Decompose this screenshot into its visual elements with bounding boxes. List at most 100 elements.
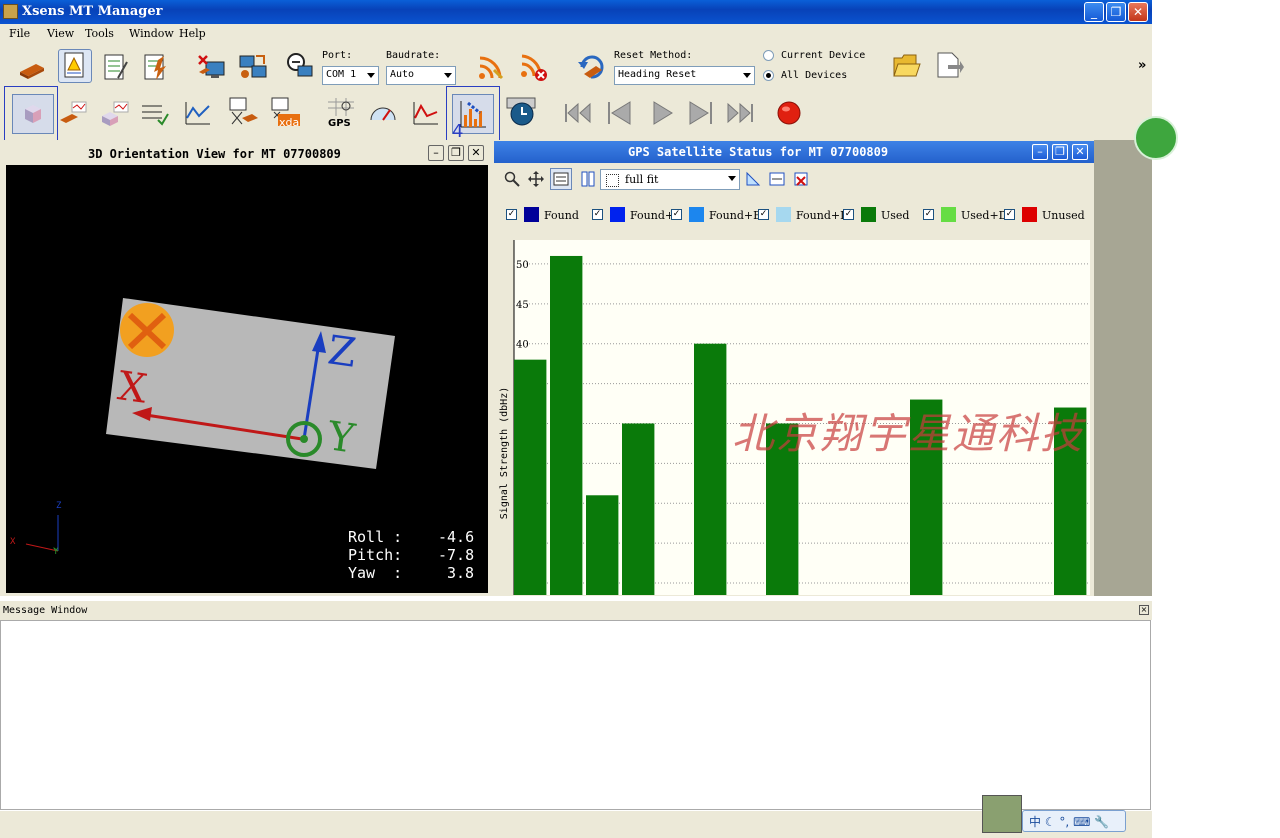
window-title: Xsens MT Manager [22, 4, 163, 19]
legend-label: Used+D [961, 209, 1008, 222]
rss-connect-button[interactable] [476, 52, 506, 82]
radio-all-devices-label: All Devices [781, 70, 848, 81]
export-button[interactable] [934, 50, 964, 80]
legend-checkbox[interactable]: ✓ [1004, 209, 1015, 220]
orientation-close-button[interactable]: ✕ [468, 145, 484, 161]
y-tick-label: 45 [516, 300, 529, 311]
legend-checkbox[interactable]: ✓ [671, 209, 682, 220]
fit-width-icon[interactable] [769, 171, 785, 187]
orientation-3d-view[interactable]: X Z Y X Z Y Roll : -4.6 Pitch: -7.8 Yaw … [6, 165, 488, 593]
baudrate-label: Baudrate: [386, 50, 441, 61]
pitch-value: -7.8 [438, 546, 475, 564]
menu-help[interactable]: Help [179, 27, 206, 40]
warning-list-button[interactable] [58, 49, 92, 83]
baudrate-select[interactable]: Auto [386, 66, 456, 85]
ime-mode-label: 中 [1029, 815, 1042, 829]
ime-moon-icon: ☾ [1044, 815, 1060, 829]
list-view-icon[interactable] [550, 168, 572, 190]
desktop-badge-icon [1134, 116, 1178, 160]
zoom-tool-icon[interactable] [504, 171, 520, 187]
legend-swatch [1022, 207, 1037, 222]
orientation-minimize-button[interactable]: – [428, 145, 444, 161]
zoom-select[interactable]: full fit [600, 169, 740, 190]
menu-file[interactable]: File [9, 27, 30, 40]
clear-icon[interactable] [793, 171, 809, 187]
xda-label: xda [279, 116, 300, 129]
legend-swatch [861, 207, 876, 222]
clock-button[interactable] [506, 97, 538, 129]
gps-restore-button[interactable]: ❐ [1052, 144, 1068, 160]
open-folder-button[interactable] [892, 50, 922, 80]
scan-devices-button[interactable] [238, 52, 268, 82]
orientation-restore-button[interactable]: ❐ [448, 145, 464, 161]
taskbar-thumbnail[interactable] [982, 795, 1022, 833]
reset-method-select[interactable]: Heading Reset [614, 66, 755, 85]
cube-graph-button[interactable] [100, 98, 130, 128]
radio-current-device[interactable] [763, 50, 774, 61]
device-graph-button[interactable] [58, 98, 88, 128]
legend-swatch [610, 207, 625, 222]
y-tick-label: 40 [516, 340, 529, 351]
port-settings-button[interactable] [284, 50, 314, 80]
gps-close-button[interactable]: ✕ [1072, 144, 1088, 160]
ruler-icon[interactable] [745, 171, 761, 187]
minimize-button[interactable]: _ [1084, 2, 1104, 22]
rss-stop-button[interactable] [518, 52, 548, 82]
skip-to-start-button[interactable] [562, 98, 592, 128]
status-bar [0, 811, 1152, 838]
message-window-body[interactable] [0, 620, 1151, 810]
legend-label: Found+I [796, 209, 845, 222]
signal-graph-button[interactable] [410, 98, 440, 128]
line-graph-button[interactable] [182, 98, 212, 128]
columns-view-icon[interactable] [580, 171, 596, 187]
port-select[interactable]: COM 1 [322, 66, 379, 85]
toolbar-overflow-icon[interactable]: » [1138, 58, 1146, 73]
document-edit-button[interactable] [100, 52, 130, 82]
device-icon-button[interactable] [16, 52, 46, 82]
reset-method-label: Reset Method: [614, 50, 693, 61]
gauge-button[interactable] [368, 98, 398, 128]
play-button[interactable] [646, 98, 676, 128]
y-axis-title: Signal Strength (dbHz) [499, 387, 510, 519]
close-button[interactable]: ✕ [1128, 2, 1148, 22]
title-bar [0, 0, 1152, 24]
radio-all-devices[interactable] [763, 70, 774, 81]
annotation-label-4: 4 [452, 121, 464, 142]
gps-panel-title: GPS Satellite Status for MT 07700809 [628, 145, 889, 159]
signal-bar [622, 423, 655, 595]
message-window-header [0, 601, 1152, 620]
small-x-label: X [10, 537, 16, 547]
legend-swatch [524, 207, 539, 222]
legend-checkbox[interactable]: ✓ [923, 209, 934, 220]
gps-legend: ✓ Found ✓ Found+I ✓ Found+E ✓ Found+I ✓ Used ✓ Used… [506, 207, 1090, 225]
record-button[interactable] [774, 98, 804, 128]
reset-orientation-button[interactable] [576, 52, 606, 82]
zoom-value: full fit [625, 173, 659, 186]
gps-minimize-button[interactable]: – [1032, 144, 1048, 160]
menu-tools[interactable]: Tools [85, 27, 114, 40]
legend-checkbox[interactable]: ✓ [758, 209, 769, 220]
ime-toolbar[interactable]: 中 ☾ °, ⌨ 🔧 [1022, 810, 1126, 832]
step-forward-button[interactable] [686, 98, 716, 128]
skip-to-end-button[interactable] [726, 98, 756, 128]
message-window-close-icon[interactable]: × [1139, 605, 1149, 615]
flash-device-button[interactable] [228, 96, 258, 126]
legend-checkbox[interactable]: ✓ [592, 209, 603, 220]
menu-window[interactable]: Window [129, 27, 174, 40]
ime-wrench-icon: 🔧 [1094, 815, 1110, 829]
legend-checkbox[interactable]: ✓ [506, 209, 517, 220]
data-check-button[interactable] [140, 98, 170, 128]
legend-label: Found [544, 209, 579, 222]
legend-checkbox[interactable]: ✓ [843, 209, 854, 220]
document-flash-button[interactable] [140, 52, 170, 82]
small-z-label: Z [56, 501, 62, 511]
disconnect-device-button[interactable] [196, 52, 226, 82]
menu-view[interactable]: View [47, 27, 74, 40]
chevron-down-icon [743, 73, 751, 78]
pan-tool-icon[interactable] [528, 171, 544, 187]
signal-bar [694, 343, 727, 595]
maximize-button[interactable]: ❐ [1106, 2, 1126, 22]
chevron-down-icon [444, 73, 452, 78]
step-back-button[interactable] [604, 98, 634, 128]
gps-icon-label: GPS [328, 118, 351, 129]
